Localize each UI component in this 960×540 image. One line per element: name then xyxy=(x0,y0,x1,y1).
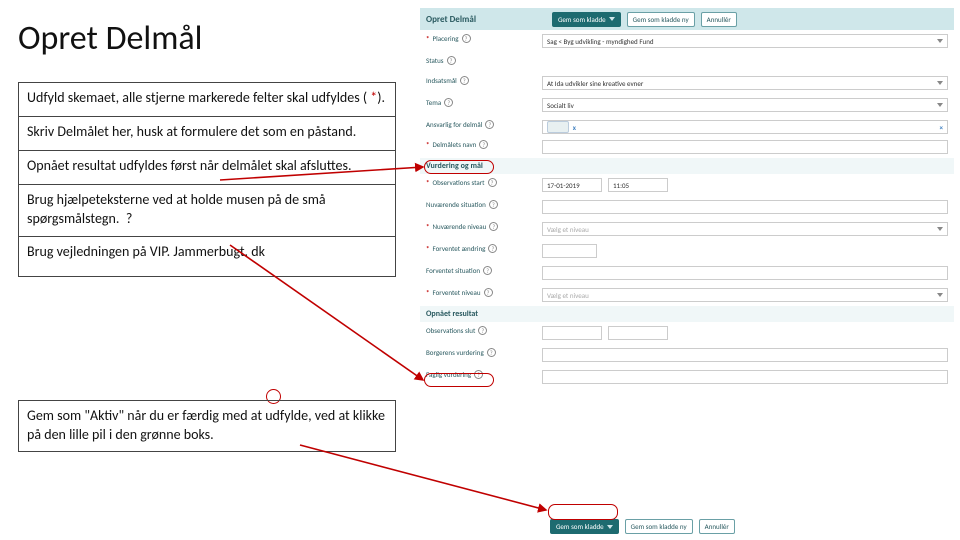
save-draft-button-bottom[interactable]: Gem som kladde xyxy=(550,519,619,534)
slide-title: Opret Delmål xyxy=(18,18,202,59)
help-icon[interactable]: ? xyxy=(478,326,487,335)
form-screenshot: Opret Delmål Gem som kladde Gem som klad… xyxy=(420,8,954,532)
bottom-button-bar: Gem som kladde Gem som kladde ny Annullé… xyxy=(420,519,954,534)
delmaal-navn-input[interactable] xyxy=(542,140,948,154)
nuv-niveau-select[interactable]: Vælg et niveau xyxy=(542,222,948,236)
instruction-p2: Skriv Delmålet her, husk at formulere de… xyxy=(27,123,387,142)
label-tema: Tema xyxy=(426,98,441,107)
forventet-niv-select[interactable]: Vælg et niveau xyxy=(542,288,948,302)
help-icon[interactable]: ? xyxy=(485,120,494,129)
borger-vurd-input[interactable] xyxy=(542,348,948,362)
save-draft-new-button[interactable]: Gem som kladde ny xyxy=(627,12,695,27)
label-delmaal-navn: Delmålets navn xyxy=(433,140,477,149)
label-obs-start: Observations start xyxy=(433,178,485,187)
label-status: Status xyxy=(426,56,444,65)
label-ansvarlig: Ansvarlig for delmål xyxy=(426,120,482,129)
remove-icon[interactable]: × xyxy=(940,123,944,132)
help-icon[interactable]: ? xyxy=(460,76,469,85)
label-nuv-situation: Nuværende situation xyxy=(426,200,486,209)
faglig-vurd-input[interactable] xyxy=(542,370,948,384)
placering-select[interactable]: Sag < Byg udvikling - myndighed Fund xyxy=(542,34,948,48)
help-icon[interactable]: ? xyxy=(487,348,496,357)
help-icon[interactable]: ? xyxy=(462,34,471,43)
obs-start-time[interactable]: 11:05 xyxy=(608,178,668,192)
label-indsatsmaal: Indsatsmål xyxy=(426,76,457,85)
label-forventet: Forventet ændring xyxy=(433,244,486,253)
chevron-down-icon[interactable] xyxy=(607,525,613,529)
callout-delmaal-navn xyxy=(424,160,494,174)
forventet-input[interactable] xyxy=(542,244,597,258)
help-icon[interactable]: ? xyxy=(479,140,488,149)
tag-chip[interactable] xyxy=(547,121,569,133)
instruction-box-main: Udfyld skemaet, alle stjerne markerede f… xyxy=(18,82,396,277)
help-icon[interactable]: ? xyxy=(489,200,498,209)
label-forventet-sit: Forventet situation xyxy=(426,266,480,275)
save-draft-button[interactable]: Gem som kladde xyxy=(552,12,621,27)
form-title: Opret Delmål xyxy=(426,14,546,25)
chevron-down-icon[interactable] xyxy=(609,17,615,21)
obs-slut-time[interactable] xyxy=(608,326,668,340)
nuv-situation-input[interactable] xyxy=(542,200,948,214)
instruction-p6: Gem som "Aktiv" når du er færdig med at … xyxy=(27,407,387,445)
tema-select[interactable]: Socialt liv xyxy=(542,98,948,112)
help-icon[interactable]: ? xyxy=(489,222,498,231)
section-opnaaet: Opnået resultat xyxy=(420,306,954,322)
instruction-p3: Opnået resultat udfyldes først når delmå… xyxy=(27,157,387,176)
cancel-button[interactable]: Annullér xyxy=(701,12,737,27)
instruction-p1: Udfyld skemaet, alle stjerne markerede f… xyxy=(27,89,387,108)
label-placering: Placering xyxy=(433,34,459,43)
help-icon: ? xyxy=(123,210,136,229)
callout-opnaaet-resultat xyxy=(424,373,494,387)
help-icon[interactable]: ? xyxy=(488,244,497,253)
ansvarlig-input[interactable]: x× xyxy=(542,120,948,134)
label-forventet-niv: Forventet niveau xyxy=(433,288,481,297)
forventet-sit-input[interactable] xyxy=(542,266,948,280)
obs-slut-date[interactable] xyxy=(542,326,602,340)
save-draft-new-button-bottom[interactable]: Gem som kladde ny xyxy=(625,519,693,534)
instruction-p4: Brug hjælpeteksterne ved at holde musen … xyxy=(27,191,387,229)
help-icon[interactable]: ? xyxy=(488,178,497,187)
form-header: Opret Delmål Gem som kladde Gem som klad… xyxy=(420,8,954,30)
label-obs-slut: Observations slut xyxy=(426,326,475,335)
instruction-p5: Brug vejledningen på VIP. Jammerbugt. dk xyxy=(27,243,387,262)
cancel-button-bottom[interactable]: Annullér xyxy=(699,519,735,534)
help-icon[interactable]: ? xyxy=(444,98,453,107)
label-borger-vurd: Borgerens vurdering xyxy=(426,348,484,357)
label-nuv-niveau: Nuværende niveau xyxy=(433,222,487,231)
section-vurdering: Vurdering og mål xyxy=(420,158,954,174)
close-icon[interactable]: x xyxy=(573,123,576,132)
help-icon[interactable]: ? xyxy=(483,266,492,275)
instruction-box-save: Gem som "Aktiv" når du er færdig med at … xyxy=(18,400,396,452)
obs-start-date[interactable]: 17-01-2019 xyxy=(542,178,602,192)
indsatsmaal-select[interactable]: At Ida udvikler sine kreative evner xyxy=(542,76,948,90)
help-icon[interactable]: ? xyxy=(447,56,456,65)
help-icon[interactable]: ? xyxy=(484,288,493,297)
callout-gem-button xyxy=(548,504,618,520)
